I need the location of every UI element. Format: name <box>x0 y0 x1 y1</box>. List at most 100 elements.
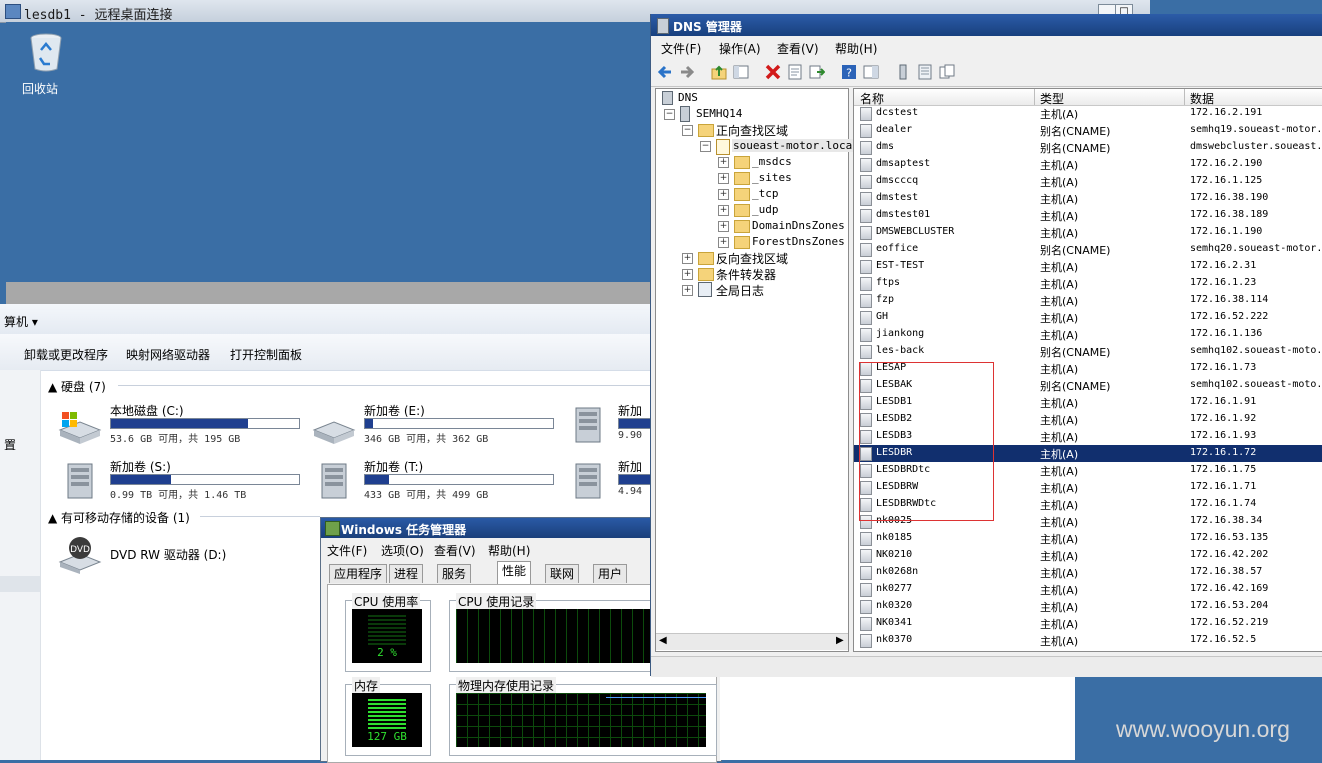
hdd-section-header[interactable]: ▲ 硬盘 (7) <box>48 378 106 395</box>
table-row[interactable]: eoffice 别名(CNAME) semhq20.soueast-motor. <box>854 241 1322 258</box>
scroll-right-icon[interactable]: ▶ <box>836 635 844 646</box>
map-network-drive-button[interactable]: 映射网络驱动器 <box>126 346 210 363</box>
open-control-panel-button[interactable]: 打开控制面板 <box>230 346 302 363</box>
tree-conditional-forwarders[interactable]: 条件转发器 <box>716 266 776 283</box>
table-row[interactable]: dmstest 主机(A) 172.16.38.190 <box>854 190 1322 207</box>
tree-reverse-zones[interactable]: 反向查找区域 <box>716 250 788 267</box>
dns-tree-pane: DNS − SEMHQ14 − 正向查找区域 − soueast-motor.l… <box>655 88 860 652</box>
export-list-icon[interactable] <box>809 64 825 80</box>
record-icon <box>860 311 872 325</box>
copy-icon[interactable] <box>939 64 955 80</box>
drive-e[interactable]: 新加卷 (E:) 346 GB 可用，共 362 GB <box>312 402 562 450</box>
tree-sites[interactable]: _sites <box>752 171 792 184</box>
drive-s[interactable]: 新加卷 (S:) 0.99 TB 可用，共 1.46 TB <box>58 458 308 506</box>
tab-services[interactable]: 服务 <box>437 564 472 583</box>
tab-networking[interactable]: 联网 <box>545 564 580 583</box>
table-row[interactable]: nk0268n 主机(A) 172.16.38.57 <box>854 564 1322 581</box>
show-tree-icon[interactable] <box>733 64 749 80</box>
expand-icon[interactable]: + <box>682 253 693 264</box>
table-row[interactable]: nk0320 主机(A) 172.16.53.204 <box>854 598 1322 615</box>
dns-menu-file[interactable]: 文件(F) <box>661 40 701 57</box>
tab-users[interactable]: 用户 <box>593 564 628 583</box>
expand-icon[interactable]: + <box>718 237 729 248</box>
record-type: 主机(A) <box>1040 108 1079 121</box>
table-row[interactable]: dmsaptest 主机(A) 172.16.2.190 <box>854 156 1322 173</box>
table-row[interactable]: EST-TEST 主机(A) 172.16.2.31 <box>854 258 1322 275</box>
collapse-icon[interactable]: − <box>682 125 693 136</box>
dns-menu-view[interactable]: 查看(V) <box>777 40 819 57</box>
expand-icon[interactable]: + <box>718 221 729 232</box>
table-row[interactable]: jiankong 主机(A) 172.16.1.136 <box>854 326 1322 343</box>
tree-forestdnszones[interactable]: ForestDnsZones <box>752 235 845 248</box>
column-divider[interactable] <box>1034 89 1035 105</box>
table-row[interactable]: GH 主机(A) 172.16.52.222 <box>854 309 1322 326</box>
table-row[interactable]: dcstest 主机(A) 172.16.2.191 <box>854 105 1322 122</box>
table-row[interactable]: NK0341 主机(A) 172.16.52.219 <box>854 615 1322 632</box>
column-divider[interactable] <box>1184 89 1185 105</box>
expand-icon[interactable]: + <box>718 205 729 216</box>
drive-t[interactable]: 新加卷 (T:) 433 GB 可用，共 499 GB <box>312 458 562 506</box>
tree-horizontal-scrollbar[interactable]: ◀ ▶ <box>656 633 848 650</box>
expand-icon[interactable]: + <box>718 189 729 200</box>
expand-icon[interactable]: + <box>682 285 693 296</box>
breadcrumb[interactable]: 算机 ▾ <box>0 304 650 335</box>
tm-menu-view[interactable]: 查看(V) <box>434 542 476 559</box>
table-row[interactable]: dmstest01 主机(A) 172.16.38.189 <box>854 207 1322 224</box>
table-row[interactable]: dms 别名(CNAME) dmswebcluster.soueast. <box>854 139 1322 156</box>
recycle-bin-icon[interactable] <box>28 32 64 72</box>
table-row[interactable]: nk0277 主机(A) 172.16.42.169 <box>854 581 1322 598</box>
tm-menu-options[interactable]: 选项(O) <box>381 542 424 559</box>
drive-partial-1[interactable]: 新加 9.90 <box>566 402 650 450</box>
help-icon[interactable]: ? <box>841 64 857 80</box>
dvd-drive[interactable]: DVD DVD RW 驱动器 (D:) <box>58 532 308 580</box>
expand-icon[interactable]: + <box>718 157 729 168</box>
tree-tcp[interactable]: _tcp <box>752 187 779 200</box>
tm-menu-help[interactable]: 帮助(H) <box>488 542 530 559</box>
dns-title-bar[interactable]: DNS 管理器 <box>651 14 1322 36</box>
tree-dns-root[interactable]: DNS <box>678 91 698 104</box>
record-type: 主机(A) <box>1040 193 1079 206</box>
record-list-icon[interactable] <box>917 64 933 80</box>
collapse-icon[interactable]: − <box>700 141 711 152</box>
tree-msdcs[interactable]: _msdcs <box>752 155 792 168</box>
table-row[interactable]: les-back 别名(CNAME) semhq102.soueast-moto. <box>854 343 1322 360</box>
properties-icon[interactable] <box>787 64 803 80</box>
tab-performance[interactable]: 性能 <box>497 561 532 584</box>
nav-item-label[interactable]: 置 <box>4 436 16 453</box>
delete-icon[interactable] <box>765 64 781 80</box>
table-row[interactable]: ftps 主机(A) 172.16.1.23 <box>854 275 1322 292</box>
table-row[interactable]: fzp 主机(A) 172.16.38.114 <box>854 292 1322 309</box>
navigation-pane[interactable]: 置 <box>0 370 41 760</box>
table-row[interactable]: nk0370 主机(A) 172.16.52.5 <box>854 632 1322 649</box>
uninstall-program-button[interactable]: 卸载或更改程序 <box>24 346 108 363</box>
tree-zone-soueast[interactable]: soueast-motor.local <box>732 139 860 152</box>
action-pane-icon[interactable] <box>863 64 879 80</box>
tab-applications[interactable]: 应用程序 <box>329 564 388 583</box>
tree-domaindnszones[interactable]: DomainDnsZones <box>752 219 845 232</box>
tree-udp[interactable]: _udp <box>752 203 779 216</box>
dns-menu-help[interactable]: 帮助(H) <box>835 40 877 57</box>
back-arrow-icon[interactable] <box>657 64 673 80</box>
tab-processes[interactable]: 进程 <box>389 564 424 583</box>
tree-forward-zones[interactable]: 正向查找区域 <box>716 122 788 139</box>
tree-global-logs[interactable]: 全局日志 <box>716 282 764 299</box>
tree-server[interactable]: SEMHQ14 <box>696 107 742 120</box>
expand-icon[interactable]: + <box>682 269 693 280</box>
collapse-icon[interactable]: − <box>664 109 675 120</box>
removable-section-header[interactable]: ▲ 有可移动存储的设备 (1) <box>48 509 190 526</box>
server-icon[interactable] <box>895 64 911 80</box>
expand-icon[interactable]: + <box>718 173 729 184</box>
table-row[interactable]: dealer 别名(CNAME) semhq19.soueast-motor. <box>854 122 1322 139</box>
table-row[interactable]: DMSWEBCLUSTER 主机(A) 172.16.1.190 <box>854 224 1322 241</box>
nav-selected-item[interactable] <box>0 576 40 592</box>
drive-partial-2[interactable]: 新加 4.94 <box>566 458 650 506</box>
table-row[interactable]: nk0185 主机(A) 172.16.53.135 <box>854 530 1322 547</box>
forward-arrow-icon[interactable] <box>679 64 695 80</box>
drive-c[interactable]: 本地磁盘 (C:) 53.6 GB 可用，共 195 GB <box>58 402 308 450</box>
table-row[interactable]: dmscccq 主机(A) 172.16.1.125 <box>854 173 1322 190</box>
up-folder-icon[interactable] <box>711 64 727 80</box>
tm-menu-file[interactable]: 文件(F) <box>327 542 367 559</box>
scroll-left-icon[interactable]: ◀ <box>659 635 667 646</box>
table-row[interactable]: NK0210 主机(A) 172.16.42.202 <box>854 547 1322 564</box>
dns-menu-action[interactable]: 操作(A) <box>719 40 761 57</box>
